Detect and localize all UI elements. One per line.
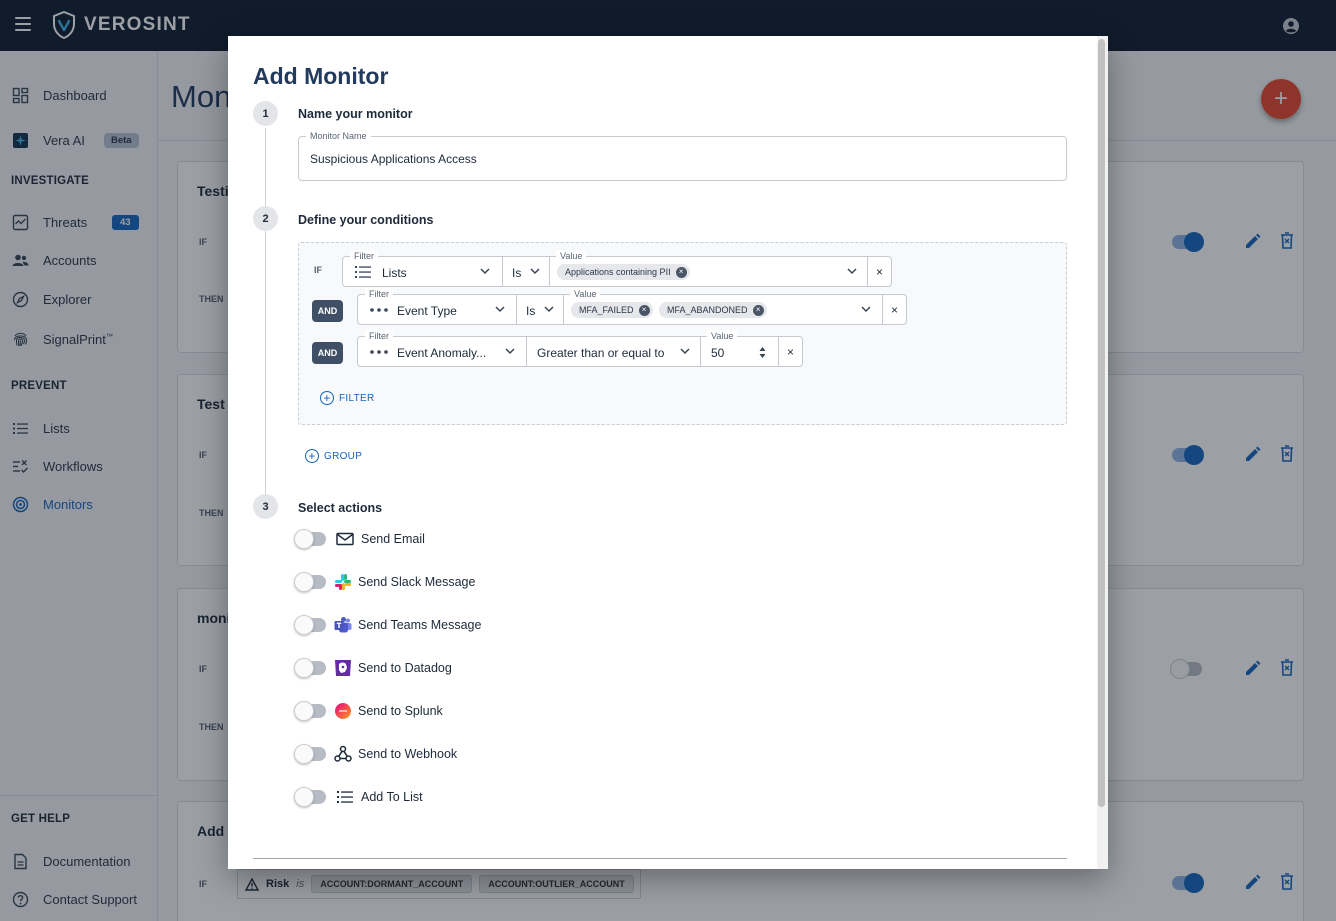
filter-value: Event Type — [397, 304, 457, 318]
send-webhook-toggle[interactable] — [294, 744, 326, 764]
action-add-to-list: Add To List — [294, 786, 696, 808]
action-send-splunk: Send to Splunk — [294, 700, 696, 722]
stepper-line — [265, 128, 266, 495]
list-icon — [337, 791, 353, 803]
event-dots-icon — [370, 308, 388, 312]
action-label: Send Slack Message — [358, 575, 476, 589]
action-send-slack: Send Slack Message — [294, 571, 696, 593]
chip-text: MFA_ABANDONED — [667, 305, 748, 315]
and-operator-chip[interactable]: AND — [312, 300, 343, 322]
filter-select[interactable]: Filter Event Anomaly... — [357, 330, 527, 367]
number-spinner-icon[interactable] — [759, 346, 766, 359]
operator-select[interactable]: Is — [502, 256, 550, 287]
datadog-icon — [335, 660, 351, 676]
filter-value: Lists — [382, 266, 407, 280]
value-select[interactable]: Value MFA_FAILED × MFA_ABANDONED × — [563, 288, 883, 325]
filter-value: Event Anomaly... — [397, 346, 487, 360]
action-label: Send to Datadog — [358, 661, 452, 675]
list-icon — [355, 266, 371, 278]
value-select[interactable]: Value Applications containing PII × — [549, 250, 868, 287]
send-splunk-toggle[interactable] — [294, 701, 326, 721]
add-filter-button[interactable]: + FILTER — [320, 391, 375, 405]
add-group-button[interactable]: + GROUP — [305, 449, 362, 463]
chevron-down-icon — [680, 348, 690, 355]
filter-select[interactable]: Filter Event Type — [357, 288, 517, 325]
add-to-list-toggle[interactable] — [294, 787, 326, 807]
action-label: Send to Webhook — [358, 747, 458, 761]
dialog-scrollbar[interactable] — [1097, 36, 1108, 869]
chevron-down-icon — [861, 306, 871, 313]
remove-filter-button[interactable]: × — [778, 336, 803, 367]
action-label: Send Email — [361, 532, 425, 546]
send-teams-toggle[interactable] — [294, 615, 326, 635]
value-label: Value — [556, 250, 587, 262]
remove-filter-button[interactable]: × — [867, 256, 892, 287]
teams-icon — [334, 617, 352, 633]
and-operator-chip[interactable]: AND — [312, 342, 343, 364]
step-label: Define your conditions — [298, 213, 434, 227]
operator-select[interactable]: Is — [516, 294, 564, 325]
filter-label: Filter — [365, 288, 393, 300]
event-dots-icon — [370, 350, 388, 354]
operator-value: Greater than or equal to — [537, 346, 665, 360]
step-number: 1 — [253, 101, 278, 126]
step-number: 3 — [253, 494, 278, 519]
operator-select[interactable]: Greater than or equal to — [526, 336, 701, 367]
chevron-down-icon — [544, 306, 554, 313]
step-label: Name your monitor — [298, 107, 413, 121]
operator-value: Is — [512, 266, 522, 280]
send-datadog-toggle[interactable] — [294, 658, 326, 678]
chip-remove-icon[interactable]: × — [752, 304, 764, 316]
dialog-footer-divider — [253, 858, 1067, 859]
filter-label: Filter — [350, 250, 378, 262]
filter-label: Filter — [365, 330, 393, 342]
action-send-email: Send Email — [294, 528, 696, 550]
add-filter-label: FILTER — [339, 392, 375, 404]
add-circle-icon: + — [320, 391, 334, 405]
step-number: 2 — [253, 206, 278, 231]
chip-remove-icon[interactable]: × — [638, 304, 650, 316]
value-label: Value — [707, 330, 738, 342]
webhook-icon — [334, 745, 352, 762]
action-label: Add To List — [361, 790, 423, 804]
slack-icon — [335, 574, 351, 590]
action-send-teams: Send Teams Message — [294, 614, 696, 636]
chip-remove-icon[interactable]: × — [675, 266, 687, 278]
send-email-toggle[interactable] — [294, 529, 326, 549]
chevron-down-icon — [495, 306, 505, 313]
value-label: Value — [570, 288, 601, 300]
value-number-input[interactable]: Value 50 — [700, 330, 779, 367]
email-icon — [336, 532, 354, 546]
action-send-datadog: Send to Datadog — [294, 657, 696, 679]
splunk-icon — [335, 703, 351, 719]
value-chip[interactable]: MFA_ABANDONED × — [659, 302, 767, 318]
field-label: Monitor Name — [306, 130, 371, 142]
action-label: Send Teams Message — [358, 618, 482, 632]
chevron-down-icon — [505, 348, 515, 355]
value-chip[interactable]: MFA_FAILED × — [571, 302, 653, 318]
monitor-name-field[interactable]: Monitor Name Suspicious Applications Acc… — [298, 130, 1067, 181]
if-label: IF — [314, 265, 322, 275]
operator-value: Is — [526, 304, 536, 318]
monitor-name-value: Suspicious Applications Access — [310, 152, 477, 166]
remove-filter-button[interactable]: × — [882, 294, 907, 325]
chip-text: Applications containing PII — [565, 267, 671, 277]
value-chip[interactable]: Applications containing PII × — [557, 264, 690, 280]
chip-text: MFA_FAILED — [579, 305, 634, 315]
chevron-down-icon — [847, 268, 857, 275]
filter-select[interactable]: Filter Lists — [342, 250, 503, 287]
scrollbar-thumb[interactable] — [1098, 39, 1105, 807]
action-label: Send to Splunk — [358, 704, 443, 718]
add-group-label: GROUP — [324, 450, 363, 462]
condition-group: IF Filter Lists Is Value Applications co… — [298, 242, 1067, 425]
number-value: 50 — [711, 346, 725, 360]
send-slack-toggle[interactable] — [294, 572, 326, 592]
chevron-down-icon — [530, 268, 540, 275]
chevron-down-icon — [480, 268, 490, 275]
step-label: Select actions — [298, 501, 383, 515]
add-monitor-dialog: Add Monitor 1 Name your monitor Monitor … — [228, 36, 1108, 869]
add-circle-icon: + — [305, 449, 319, 463]
dialog-title: Add Monitor — [253, 63, 389, 89]
action-send-webhook: Send to Webhook — [294, 743, 696, 765]
